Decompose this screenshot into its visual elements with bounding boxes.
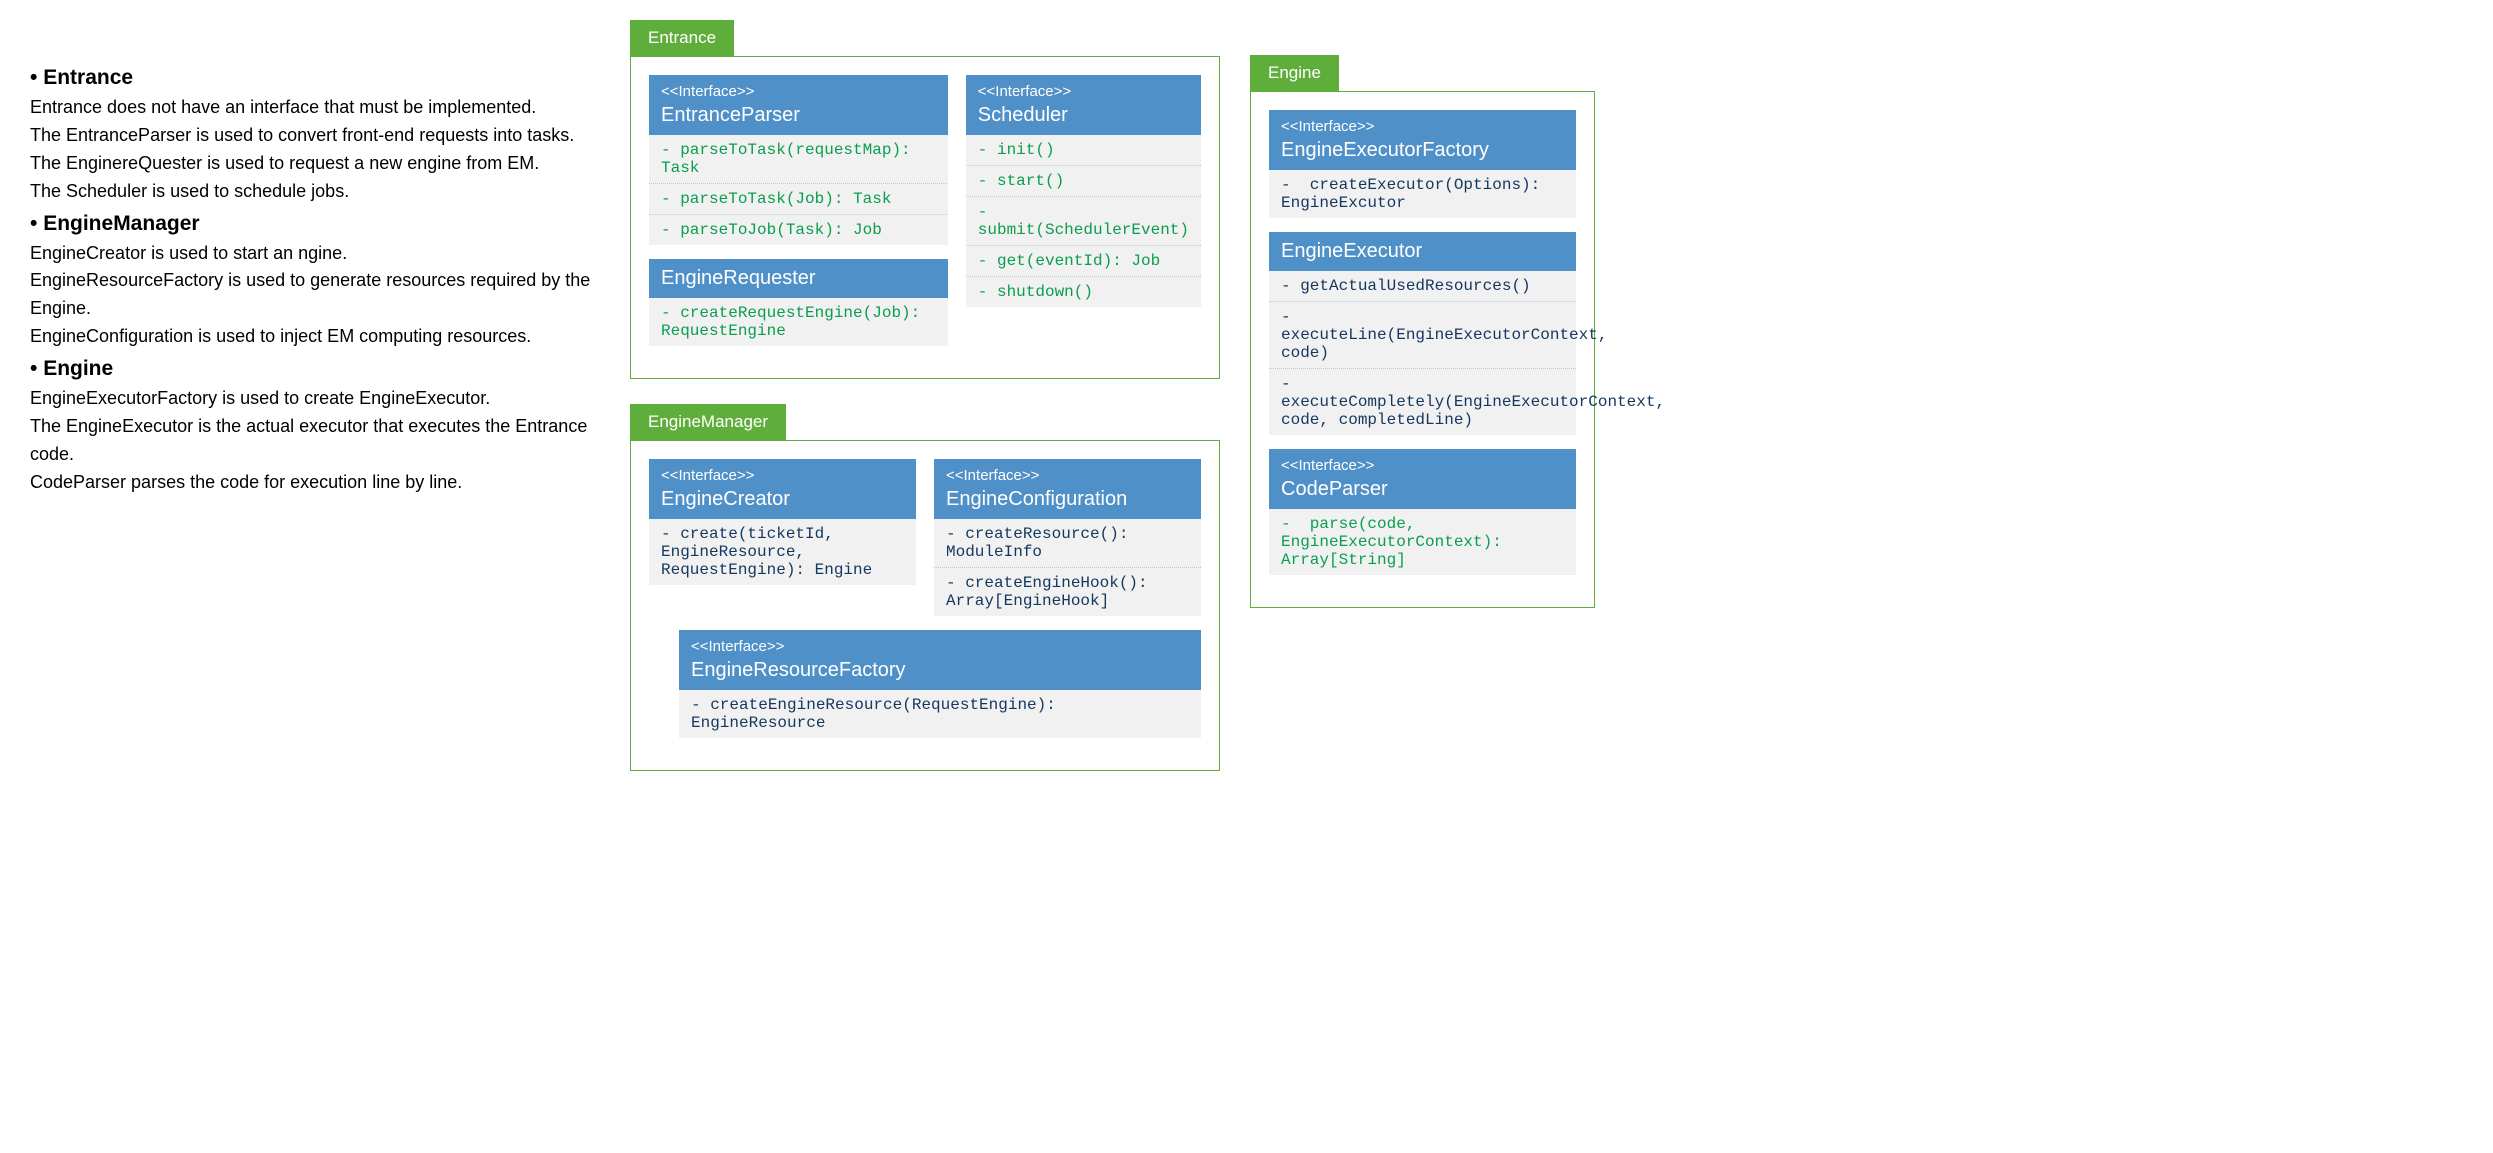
desc-line: EngineExecutorFactory is used to create … bbox=[30, 385, 610, 413]
desc-line: EngineCreator is used to start an ngine. bbox=[30, 240, 610, 268]
section-heading: EngineManager bbox=[30, 212, 610, 236]
uml-method: - createEngineHook(): Array[EngineHook] bbox=[934, 568, 1201, 616]
uml-method: - executeLine(EngineExecutorContext, cod… bbox=[1269, 302, 1576, 369]
section-entrance: Entrance Entrance does not have an inter… bbox=[30, 66, 610, 206]
desc-line: EngineConfiguration is used to inject EM… bbox=[30, 323, 610, 351]
uml-method: - start() bbox=[966, 166, 1201, 197]
uml-method: - init() bbox=[966, 135, 1201, 166]
group-tab: EngineManager bbox=[630, 404, 786, 440]
uml-method: - get(eventId): Job bbox=[966, 246, 1201, 277]
uml-scheduler: <<Interface>> Scheduler - init() - start… bbox=[966, 75, 1201, 307]
uml-engine-executor-factory: <<Interface>> EngineExecutorFactory - cr… bbox=[1269, 110, 1576, 218]
uml-method: - getActualUsedResources() bbox=[1269, 271, 1576, 302]
uml-method: - create(ticketId, EngineResource, Reque… bbox=[649, 519, 916, 585]
uml-name: CodeParser bbox=[1281, 478, 1564, 501]
uml-stereotype: <<Interface>> bbox=[691, 638, 1189, 655]
uml-stereotype: <<Interface>> bbox=[946, 467, 1189, 484]
diagram-column-b: Engine <<Interface>> EngineExecutorFacto… bbox=[1250, 20, 1595, 633]
uml-name: EngineRequester bbox=[661, 267, 936, 290]
desc-line: The Scheduler is used to schedule jobs. bbox=[30, 178, 610, 206]
uml-engine-configuration: <<Interface>> EngineConfiguration - crea… bbox=[934, 459, 1201, 616]
uml-method: - submit(SchedulerEvent) bbox=[966, 197, 1201, 246]
uml-method: - parseToTask(Job): Task bbox=[649, 184, 948, 215]
uml-stereotype: <<Interface>> bbox=[1281, 457, 1564, 474]
uml-method: - createEngineResource(RequestEngine): E… bbox=[679, 690, 1201, 738]
description-panel: Entrance Entrance does not have an inter… bbox=[20, 20, 610, 497]
uml-engine-executor: EngineExecutor - getActualUsedResources(… bbox=[1269, 232, 1576, 435]
section-enginemanager: EngineManager EngineCreator is used to s… bbox=[30, 212, 610, 352]
desc-line: The EnginereQuester is used to request a… bbox=[30, 150, 610, 178]
uml-name: EngineConfiguration bbox=[946, 488, 1189, 511]
uml-method: - executeCompletely(EngineExecutorContex… bbox=[1269, 369, 1576, 435]
uml-name: EngineExecutorFactory bbox=[1281, 139, 1564, 162]
diagram-layout: Entrance Entrance does not have an inter… bbox=[20, 20, 2473, 796]
group-tab: Engine bbox=[1250, 55, 1339, 91]
section-engine: Engine EngineExecutorFactory is used to … bbox=[30, 357, 610, 497]
group-entrance: Entrance <<Interface>> EntranceParser - … bbox=[630, 20, 1220, 379]
diagram-panel: Entrance <<Interface>> EntranceParser - … bbox=[630, 20, 2473, 796]
desc-line: EngineResourceFactory is used to generat… bbox=[30, 267, 610, 323]
uml-name: EngineExecutor bbox=[1281, 240, 1564, 263]
uml-name: EngineResourceFactory bbox=[691, 659, 1189, 682]
group-tab: Entrance bbox=[630, 20, 734, 56]
uml-stereotype: <<Interface>> bbox=[1281, 118, 1564, 135]
uml-method: - shutdown() bbox=[966, 277, 1201, 307]
uml-method: - parse(code, EngineExecutorContext): Ar… bbox=[1269, 509, 1576, 575]
desc-line: CodeParser parses the code for execution… bbox=[30, 469, 610, 497]
uml-stereotype: <<Interface>> bbox=[661, 467, 904, 484]
uml-method: - parseToJob(Task): Job bbox=[649, 215, 948, 245]
uml-method: - createResource(): ModuleInfo bbox=[934, 519, 1201, 568]
uml-code-parser: <<Interface>> CodeParser - parse(code, E… bbox=[1269, 449, 1576, 575]
section-heading: Entrance bbox=[30, 66, 610, 90]
uml-name: EngineCreator bbox=[661, 488, 904, 511]
uml-stereotype: <<Interface>> bbox=[661, 83, 936, 100]
diagram-column-a: Entrance <<Interface>> EntranceParser - … bbox=[630, 20, 1220, 796]
uml-name: Scheduler bbox=[978, 104, 1189, 127]
group-enginemanager: EngineManager <<Interface>> EngineCreato… bbox=[630, 404, 1220, 771]
uml-method: - createExecutor(Options): EngineExcutor bbox=[1269, 170, 1576, 218]
section-heading: Engine bbox=[30, 357, 610, 381]
desc-line: Entrance does not have an interface that… bbox=[30, 94, 610, 122]
uml-stereotype: <<Interface>> bbox=[978, 83, 1189, 100]
uml-method: - parseToTask(requestMap): Task bbox=[649, 135, 948, 184]
uml-engine-resource-factory: <<Interface>> EngineResourceFactory - cr… bbox=[679, 630, 1201, 738]
group-engine: Engine <<Interface>> EngineExecutorFacto… bbox=[1250, 55, 1595, 608]
uml-name: EntranceParser bbox=[661, 104, 936, 127]
uml-engine-requester: EngineRequester - createRequestEngine(Jo… bbox=[649, 259, 948, 346]
uml-engine-creator: <<Interface>> EngineCreator - create(tic… bbox=[649, 459, 916, 585]
uml-method: - createRequestEngine(Job): RequestEngin… bbox=[649, 298, 948, 346]
desc-line: The EngineExecutor is the actual executo… bbox=[30, 413, 610, 469]
desc-line: The EntranceParser is used to convert fr… bbox=[30, 122, 610, 150]
uml-entrance-parser: <<Interface>> EntranceParser - parseToTa… bbox=[649, 75, 948, 245]
